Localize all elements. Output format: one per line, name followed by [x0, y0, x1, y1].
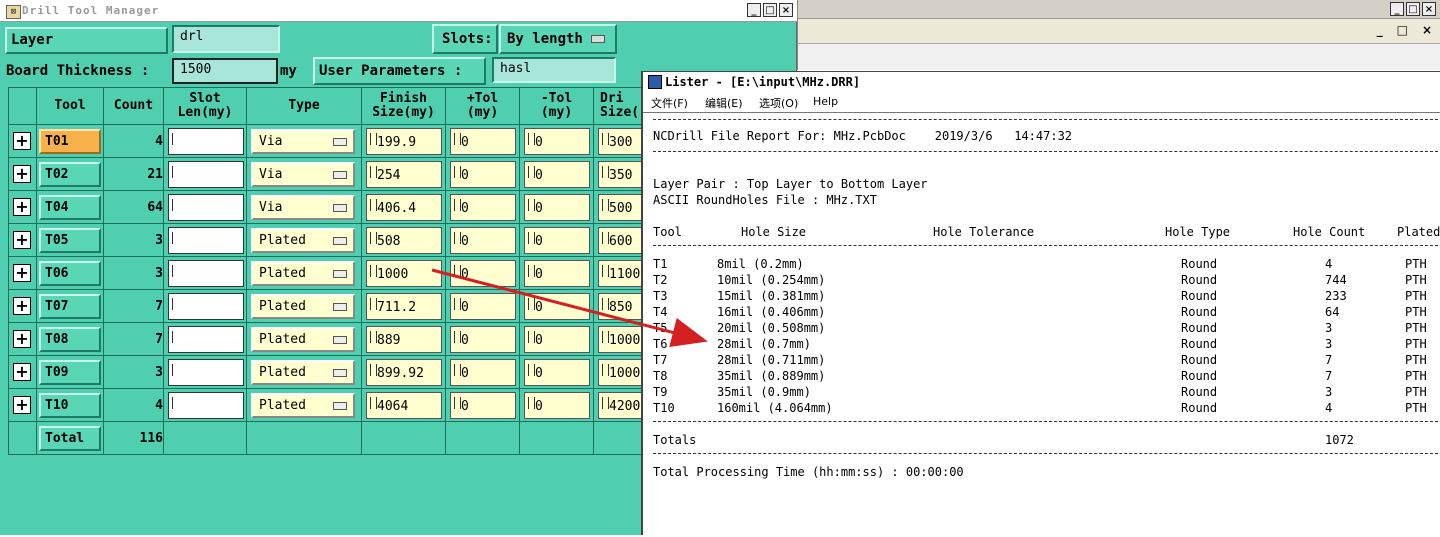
arrow-line — [431, 268, 708, 347]
annotation-arrow — [431, 268, 708, 347]
